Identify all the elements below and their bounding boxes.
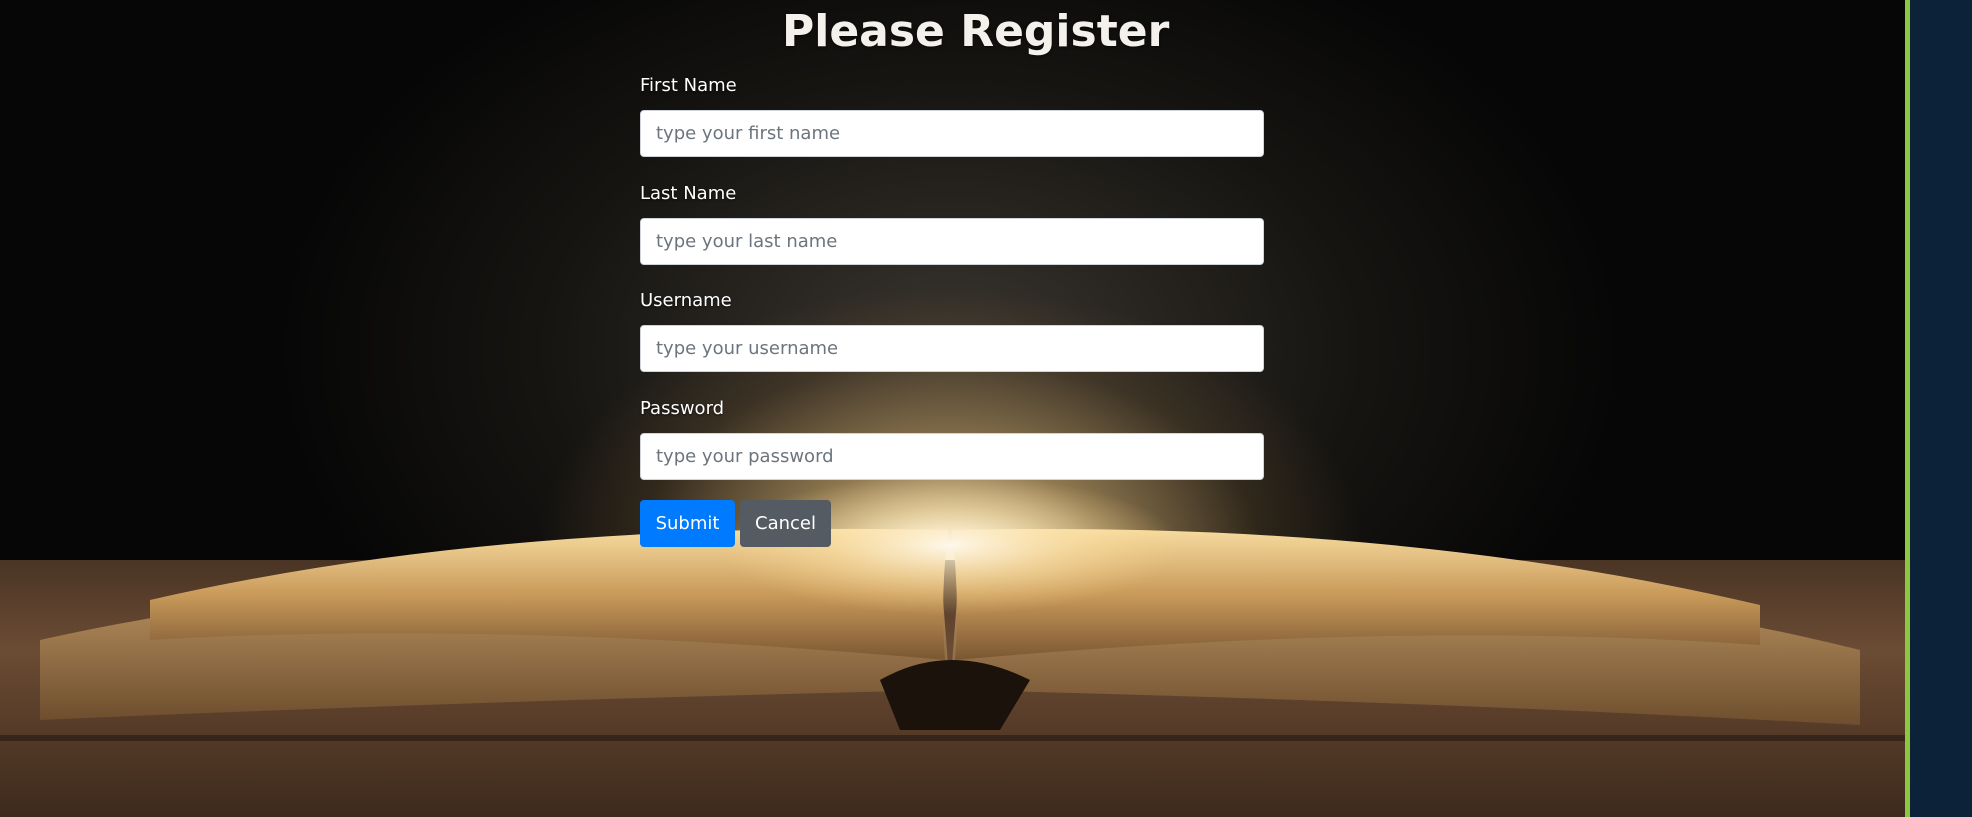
page: Please Register First Name Last Name Use… [0,0,1972,817]
password-input[interactable] [640,433,1264,480]
password-label: Password [640,398,725,419]
username-label: Username [640,290,732,311]
submit-button[interactable]: Submit [640,500,735,547]
last-name-input[interactable] [640,218,1264,265]
username-input[interactable] [640,325,1264,372]
last-name-label: Last Name [640,183,737,204]
first-name-input[interactable] [640,110,1264,157]
cancel-button[interactable]: Cancel [740,500,831,547]
right-side-rail [1905,0,1972,817]
page-title: Please Register [782,6,1170,57]
first-name-label: First Name [640,75,737,96]
